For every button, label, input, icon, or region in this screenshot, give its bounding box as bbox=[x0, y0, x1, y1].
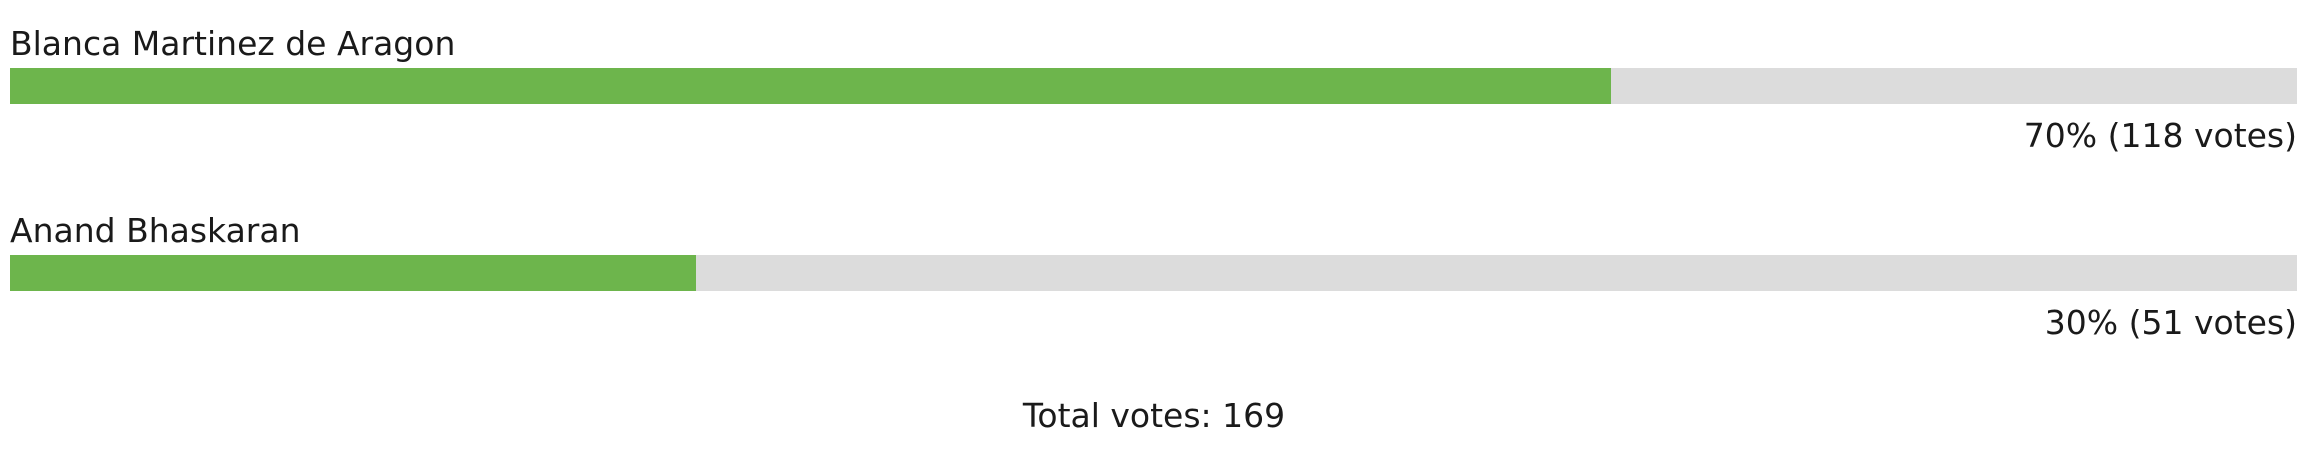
option-name: Anand Bhaskaran bbox=[10, 211, 301, 250]
option-result: 30% (51 votes) bbox=[2044, 303, 2297, 342]
poll-results: Blanca Martinez de Aragon 70% (118 votes… bbox=[0, 0, 2308, 456]
vote-bar-fill bbox=[10, 255, 697, 291]
vote-bar-track[interactable] bbox=[10, 255, 2297, 291]
poll-option: Anand Bhaskaran 30% (51 votes) bbox=[10, 207, 2297, 347]
option-name: Blanca Martinez de Aragon bbox=[10, 24, 456, 63]
vote-bar-track[interactable] bbox=[10, 68, 2297, 104]
total-votes: Total votes: 169 bbox=[1022, 396, 1286, 435]
poll-option: Blanca Martinez de Aragon 70% (118 votes… bbox=[10, 20, 2297, 160]
vote-bar-fill bbox=[10, 68, 1611, 104]
option-result: 70% (118 votes) bbox=[2023, 116, 2297, 155]
